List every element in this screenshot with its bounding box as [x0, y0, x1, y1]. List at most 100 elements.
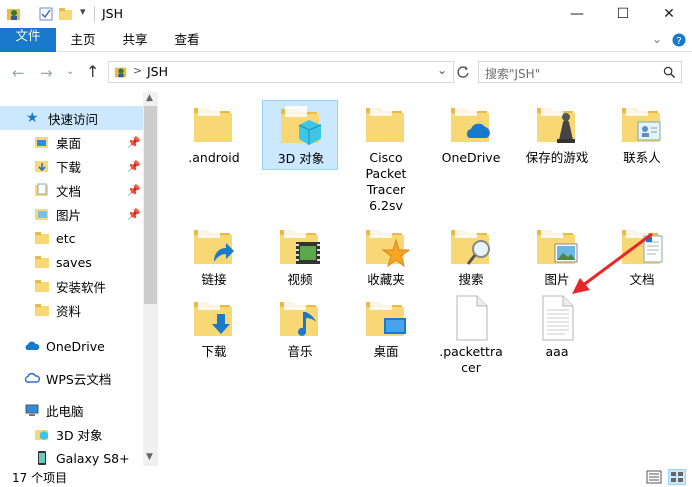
- up-icon[interactable]: ↑: [86, 62, 99, 81]
- file-item[interactable]: 搜索: [433, 222, 509, 292]
- tab-share[interactable]: 共享: [116, 28, 154, 52]
- folder-icon: [281, 106, 322, 145]
- refresh-icon[interactable]: [455, 64, 471, 80]
- documents-folder-icon: [35, 183, 48, 196]
- file-item[interactable]: 桌面: [348, 294, 424, 364]
- downloads-folder-icon: [35, 161, 48, 172]
- file-name: 联系人: [623, 150, 661, 165]
- phone-icon: [38, 451, 46, 465]
- sidebar-item-label: 下载: [56, 159, 82, 175]
- sidebar-item-quick-access[interactable]: ★ 快速访问: [26, 106, 98, 130]
- pin-icon[interactable]: 📌: [127, 160, 141, 173]
- file-item[interactable]: 下载: [176, 294, 252, 364]
- breadcrumb-separator[interactable]: >: [133, 64, 142, 77]
- pin-icon[interactable]: 📌: [127, 136, 141, 149]
- minimize-button[interactable]: —: [554, 0, 600, 28]
- folder-icon: [366, 299, 406, 336]
- maximize-button[interactable]: ☐: [600, 0, 646, 28]
- file-name: 收藏夹: [367, 272, 405, 287]
- file-item[interactable]: 收藏夹: [348, 222, 424, 292]
- file-item[interactable]: 视频: [262, 222, 338, 292]
- search-icon[interactable]: [663, 66, 676, 79]
- folder-icon: [280, 227, 320, 264]
- sidebar-item-label: 图片: [56, 207, 82, 223]
- pin-icon[interactable]: 📌: [127, 184, 141, 197]
- 3d-objects-folder-icon: [35, 430, 48, 440]
- address-dropdown-icon[interactable]: ⌄: [437, 63, 447, 77]
- folder-icon: [366, 227, 410, 268]
- large-icons-view-icon[interactable]: [668, 469, 686, 485]
- file-item[interactable]: 3D 对象: [262, 100, 338, 170]
- wps-cloud-icon: [24, 372, 40, 383]
- scroll-up-icon[interactable]: ▲: [146, 93, 153, 103]
- properties-icon[interactable]: [38, 6, 54, 22]
- sidebar-item-downloads[interactable]: 下载: [34, 154, 81, 178]
- sidebar-item-label: 资料: [56, 303, 82, 319]
- folder-icon: [194, 105, 232, 142]
- window-title: JSH: [102, 6, 124, 21]
- sidebar-item-this-pc[interactable]: 此电脑: [24, 398, 84, 422]
- quick-access-dropdown-icon[interactable]: ▾: [80, 5, 86, 18]
- tab-file[interactable]: 文件: [0, 28, 56, 52]
- sidebar-item-label: Galaxy S8+: [56, 450, 130, 466]
- details-view-icon[interactable]: [646, 470, 662, 484]
- file-name: aaa: [545, 344, 569, 359]
- sidebar-item-install-software[interactable]: 安装软件: [34, 274, 106, 298]
- new-folder-icon[interactable]: [58, 6, 74, 22]
- help-icon[interactable]: ?: [672, 33, 686, 47]
- sidebar-item-3d-objects[interactable]: 3D 对象: [34, 422, 103, 446]
- ribbon-expand-icon[interactable]: ⌄: [652, 32, 662, 46]
- sidebar-item-label: etc: [56, 230, 76, 246]
- sidebar-item-wps[interactable]: WPS云文档: [24, 366, 111, 390]
- file-item[interactable]: OneDrive: [433, 100, 509, 170]
- file-item[interactable]: Cisco Packet Tracer 6.2sv: [348, 100, 424, 216]
- folder-icon: [35, 280, 49, 292]
- pin-icon[interactable]: 📌: [127, 208, 141, 221]
- sidebar-item-label: 文档: [56, 183, 82, 199]
- search-placeholder[interactable]: 搜索"JSH": [485, 65, 540, 82]
- folder-icon: [622, 105, 661, 142]
- scroll-down-icon[interactable]: ▼: [146, 452, 153, 462]
- computer-icon: [25, 404, 39, 416]
- sidebar-scrollbar-thumb[interactable]: [144, 106, 157, 304]
- sidebar-item-onedrive[interactable]: OneDrive: [24, 334, 105, 358]
- back-icon[interactable]: ←: [12, 64, 25, 82]
- star-icon: ★: [26, 110, 39, 126]
- status-bar: 17 个项目: [0, 466, 692, 487]
- sidebar-item-label: 桌面: [56, 135, 82, 151]
- annotation-arrow-icon: [572, 232, 653, 294]
- file-item[interactable]: 链接: [176, 222, 252, 292]
- file-item[interactable]: .android: [176, 100, 252, 170]
- file-name: OneDrive: [441, 150, 501, 165]
- sidebar-item-saves[interactable]: saves: [34, 250, 92, 274]
- onedrive-cloud-icon: [25, 341, 40, 350]
- tab-home[interactable]: 主页: [64, 28, 102, 52]
- file-name: 下载: [201, 344, 227, 359]
- sidebar-item-documents[interactable]: 文档: [34, 178, 81, 202]
- sidebar-item-etc[interactable]: etc: [34, 226, 75, 250]
- search-box[interactable]: 搜索"JSH": [478, 61, 682, 83]
- file-item[interactable]: 保存的游戏: [519, 100, 595, 170]
- sidebar-item-materials[interactable]: 资料: [34, 298, 81, 322]
- sidebar-item-desktop[interactable]: 桌面: [34, 130, 81, 154]
- file-name: Cisco Packet Tracer 6.2sv: [365, 150, 407, 213]
- file-name: 链接: [201, 272, 227, 287]
- close-button[interactable]: ✕: [646, 0, 692, 28]
- recent-dropdown-icon[interactable]: ⌄: [66, 66, 74, 77]
- ribbon: 文件 主页 共享 查看 ⌄ ?: [0, 28, 692, 52]
- forward-icon[interactable]: →: [40, 64, 53, 82]
- file-name: 音乐: [287, 344, 313, 359]
- folder-icon: [366, 105, 404, 142]
- file-item[interactable]: .packettracer: [433, 294, 509, 378]
- folder-icon: [35, 256, 49, 268]
- file-item[interactable]: 音乐: [262, 294, 338, 364]
- breadcrumb-item[interactable]: JSH: [147, 64, 168, 79]
- address-bar[interactable]: > JSH ⌄: [108, 61, 454, 83]
- sidebar-item-pictures[interactable]: 图片: [34, 202, 81, 226]
- tab-view[interactable]: 查看: [168, 28, 206, 52]
- file-item[interactable]: 联系人: [604, 100, 680, 170]
- folder-icon: [451, 227, 490, 265]
- file-name: 保存的游戏: [525, 150, 589, 165]
- sidebar-item-label: saves: [56, 254, 92, 270]
- folder-user-icon: [114, 67, 127, 78]
